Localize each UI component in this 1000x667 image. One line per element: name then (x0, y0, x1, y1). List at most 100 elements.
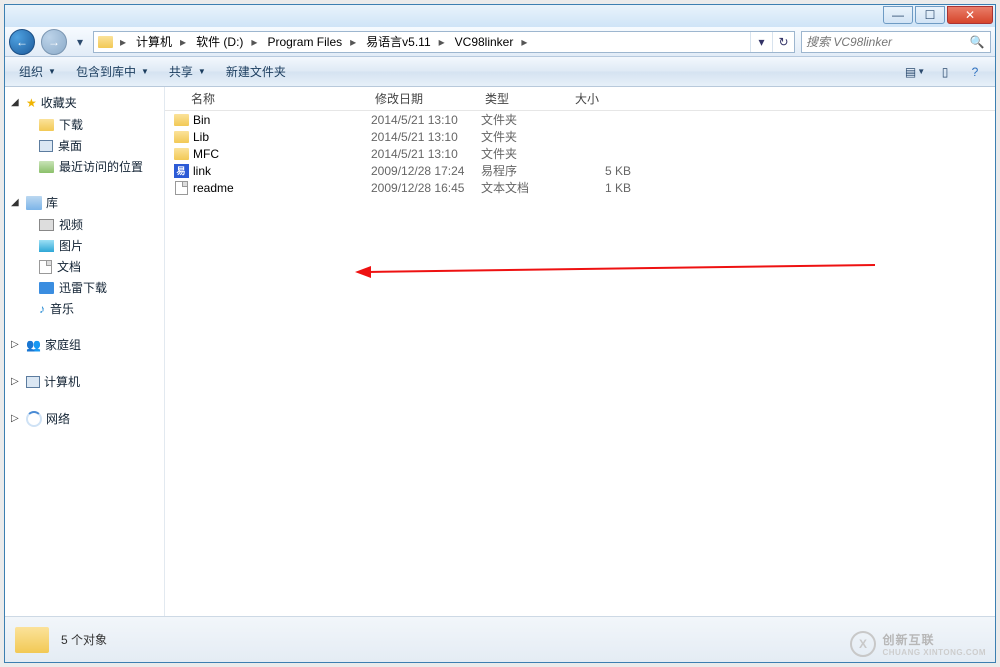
breadcrumb[interactable]: VC98linker (449, 32, 518, 52)
navigation-bar: ← → ▾ ▸ 计算机 ▸ 软件 (D:) ▸ Program Files ▸ … (5, 27, 995, 57)
file-name: readme (191, 181, 371, 195)
folder-icon (171, 148, 191, 160)
share-label: 共享 (169, 63, 193, 80)
minimize-button[interactable]: — (883, 6, 913, 24)
file-rows[interactable]: Bin2014/5/21 13:10文件夹Lib2014/5/21 13:10文… (165, 111, 995, 616)
network-label: 网络 (46, 410, 70, 427)
forward-button[interactable]: → (41, 29, 67, 55)
homegroup-label: 家庭组 (45, 336, 81, 353)
libraries-group[interactable]: ◢库 (5, 191, 164, 214)
sidebar-item-label: 音乐 (50, 300, 74, 317)
sidebar-item-videos[interactable]: 视频 (5, 214, 164, 235)
folder-icon (94, 32, 116, 52)
address-dropdown[interactable]: ▾ (750, 32, 772, 52)
status-text: 5 个对象 (61, 631, 107, 648)
file-date: 2014/5/21 13:10 (371, 130, 481, 144)
new-folder-button[interactable]: 新建文件夹 (218, 61, 294, 83)
close-button[interactable]: ✕ (947, 6, 993, 24)
content-area: ◢★收藏夹 下载 桌面 最近访问的位置 ◢库 视频 图片 文档 迅雷下载 ♪音乐… (5, 87, 995, 616)
search-input[interactable] (806, 35, 968, 49)
file-row[interactable]: Bin2014/5/21 13:10文件夹 (165, 111, 995, 128)
preview-pane-button[interactable]: ▯ (931, 61, 959, 83)
file-name: link (191, 164, 371, 178)
explorer-window: — ☐ ✕ ← → ▾ ▸ 计算机 ▸ 软件 (D:) ▸ Program Fi… (4, 4, 996, 663)
chevron-down-icon: ▼ (198, 67, 206, 76)
chevron-down-icon: ▼ (48, 67, 56, 76)
file-row[interactable]: MFC2014/5/21 13:10文件夹 (165, 145, 995, 162)
chevron-right-icon[interactable]: ▸ (346, 35, 360, 49)
share-menu[interactable]: 共享 ▼ (161, 61, 214, 83)
file-type: 易程序 (481, 162, 571, 179)
sidebar-item-documents[interactable]: 文档 (5, 256, 164, 277)
file-row[interactable]: link2009/12/28 17:24易程序5 KB (165, 162, 995, 179)
column-date[interactable]: 修改日期 (365, 90, 475, 107)
file-date: 2009/12/28 17:24 (371, 164, 481, 178)
breadcrumb[interactable]: 软件 (D:) (190, 32, 247, 52)
annotation-arrow (355, 263, 875, 281)
sidebar-item-xunlei[interactable]: 迅雷下载 (5, 277, 164, 298)
maximize-button[interactable]: ☐ (915, 6, 945, 24)
homegroup-group[interactable]: ▷👥家庭组 (5, 333, 164, 356)
sidebar-item-label: 最近访问的位置 (59, 158, 143, 175)
folder-icon (171, 131, 191, 143)
folder-icon (39, 161, 54, 173)
sidebar-item-recent[interactable]: 最近访问的位置 (5, 156, 164, 177)
file-date: 2009/12/28 16:45 (371, 181, 481, 195)
file-name: Lib (191, 130, 371, 144)
organize-menu[interactable]: 组织 ▼ (11, 61, 64, 83)
file-date: 2014/5/21 13:10 (371, 147, 481, 161)
expand-icon: ◢ (11, 197, 22, 208)
sidebar-item-desktop[interactable]: 桌面 (5, 135, 164, 156)
breadcrumb[interactable]: 计算机 (130, 32, 176, 52)
expand-icon: ▷ (11, 413, 22, 424)
breadcrumb[interactable]: 易语言v5.11 (360, 32, 434, 52)
expand-icon: ◢ (11, 97, 22, 108)
music-icon: ♪ (39, 302, 45, 316)
folder-icon (39, 119, 54, 131)
sidebar-item-label: 图片 (59, 237, 83, 254)
nav-history-dropdown[interactable]: ▾ (73, 30, 87, 54)
chevron-right-icon[interactable]: ▸ (176, 35, 190, 49)
search-icon[interactable]: 🔍 (968, 35, 986, 49)
sidebar-item-downloads[interactable]: 下载 (5, 114, 164, 135)
libraries-icon (26, 196, 42, 210)
address-bar[interactable]: ▸ 计算机 ▸ 软件 (D:) ▸ Program Files ▸ 易语言v5.… (93, 31, 795, 53)
file-type: 文件夹 (481, 128, 571, 145)
breadcrumb[interactable]: Program Files (261, 32, 346, 52)
column-size[interactable]: 大小 (565, 90, 645, 107)
file-name: Bin (191, 113, 371, 127)
view-options-button[interactable]: ▤▼ (901, 61, 929, 83)
file-size: 5 KB (571, 164, 651, 178)
include-in-library-menu[interactable]: 包含到库中▼ (68, 61, 157, 83)
search-box[interactable]: 🔍 (801, 31, 991, 53)
chevron-right-icon[interactable]: ▸ (517, 35, 531, 49)
homegroup-icon: 👥 (26, 338, 41, 352)
chevron-right-icon[interactable]: ▸ (116, 35, 130, 49)
file-date: 2014/5/21 13:10 (371, 113, 481, 127)
download-icon (39, 282, 54, 294)
help-button[interactable]: ? (961, 61, 989, 83)
sidebar-item-label: 桌面 (58, 137, 82, 154)
file-type: 文本文档 (481, 179, 571, 196)
video-icon (39, 219, 54, 231)
chevron-right-icon[interactable]: ▸ (247, 35, 261, 49)
expand-icon: ▷ (11, 376, 22, 387)
file-row[interactable]: readme2009/12/28 16:45文本文档1 KB (165, 179, 995, 196)
column-type[interactable]: 类型 (475, 90, 565, 107)
file-list-pane: 名称 修改日期 类型 大小 Bin2014/5/21 13:10文件夹Lib20… (165, 87, 995, 616)
refresh-button[interactable]: ↻ (772, 32, 794, 52)
chevron-right-icon[interactable]: ▸ (435, 35, 449, 49)
folder-icon (171, 114, 191, 126)
sidebar-item-pictures[interactable]: 图片 (5, 235, 164, 256)
organize-label: 组织 (19, 63, 43, 80)
navigation-pane[interactable]: ◢★收藏夹 下载 桌面 最近访问的位置 ◢库 视频 图片 文档 迅雷下载 ♪音乐… (5, 87, 165, 616)
file-row[interactable]: Lib2014/5/21 13:10文件夹 (165, 128, 995, 145)
file-type: 文件夹 (481, 145, 571, 162)
sidebar-item-music[interactable]: ♪ 音乐 (5, 298, 164, 319)
back-button[interactable]: ← (9, 29, 35, 55)
star-icon: ★ (26, 96, 37, 110)
computer-group[interactable]: ▷计算机 (5, 370, 164, 393)
favorites-group[interactable]: ◢★收藏夹 (5, 91, 164, 114)
network-group[interactable]: ▷ 网络 (5, 407, 164, 430)
column-name[interactable]: 名称 (165, 90, 365, 107)
